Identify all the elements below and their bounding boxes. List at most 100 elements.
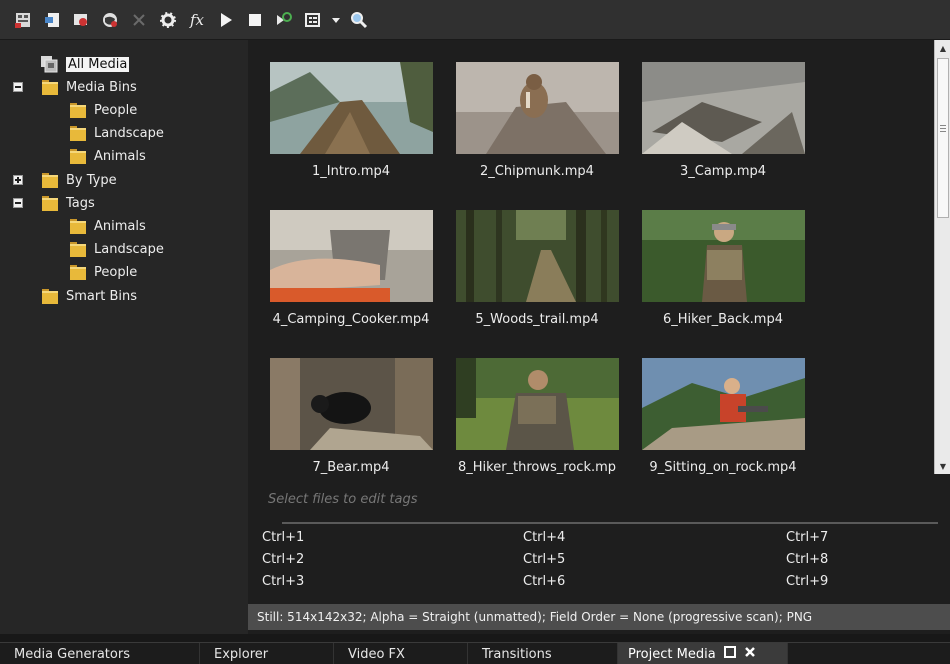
tag-shortcut: Ctrl+5 xyxy=(523,552,566,567)
get-media-from-web-icon[interactable] xyxy=(97,7,123,33)
tree-label: People xyxy=(94,264,138,280)
tag-shortcut: Ctrl+9 xyxy=(786,574,829,589)
tag-divider xyxy=(282,522,938,524)
tag-shortcut: Ctrl+7 xyxy=(786,530,829,545)
tree-label: Animals xyxy=(94,218,146,234)
divider xyxy=(0,634,950,642)
play-icon[interactable] xyxy=(213,7,239,33)
media-properties-icon[interactable] xyxy=(155,7,181,33)
tree-item-smart-bins[interactable]: Smart Bins xyxy=(40,285,137,307)
tree-item-bin-people[interactable]: People xyxy=(68,99,137,121)
maximize-icon[interactable] xyxy=(723,646,736,662)
tag-editor: Select files to edit tags Ctrl+1 Ctrl+2 … xyxy=(248,474,950,604)
media-grid-scrollbar[interactable]: ▲ ▼ xyxy=(934,40,950,474)
tree-item-media-bins[interactable]: Media Bins xyxy=(40,76,137,98)
collapse-toggle-icon[interactable] xyxy=(13,198,23,208)
tag-shortcut: Ctrl+4 xyxy=(523,530,566,545)
tab-label: Media Generators xyxy=(14,646,130,662)
tree-item-tag-animals[interactable]: Animals xyxy=(68,215,146,237)
media-tile[interactable]: 5_Woods_trail.mp4 xyxy=(442,210,632,350)
media-thumbnail xyxy=(456,62,619,154)
tree-item-tag-landscape[interactable]: Landscape xyxy=(68,238,164,260)
tag-shortcut: Ctrl+2 xyxy=(262,552,305,567)
media-thumbnail xyxy=(642,62,805,154)
open-file-icon[interactable] xyxy=(39,7,65,33)
remove-media-icon[interactable] xyxy=(126,7,152,33)
media-tile[interactable]: 9_Sitting_on_rock.mp4 xyxy=(628,358,818,474)
media-grid: 1_Intro.mp4 2_Chipmunk.mp4 3_Camp.mp4 4_… xyxy=(248,40,934,474)
media-filename: 9_Sitting_on_rock.mp4 xyxy=(649,460,797,474)
tree-label: Animals xyxy=(94,148,146,164)
media-filename: 6_Hiker_Back.mp4 xyxy=(663,312,783,327)
expand-toggle-icon[interactable] xyxy=(13,175,23,185)
tree-item-tag-people[interactable]: People xyxy=(68,261,137,283)
import-media-icon[interactable] xyxy=(10,7,36,33)
tree-item-bin-landscape[interactable]: Landscape xyxy=(68,122,164,144)
media-filename: 3_Camp.mp4 xyxy=(679,164,767,179)
tag-input[interactable]: Select files to edit tags xyxy=(268,492,418,507)
tab-project-media[interactable]: Project Media xyxy=(618,643,788,664)
tree-label: All Media xyxy=(66,56,130,72)
media-tile[interactable]: 7_Bear.mp4 xyxy=(256,358,446,474)
collapse-toggle-icon[interactable] xyxy=(13,82,23,92)
folder-icon xyxy=(42,173,58,188)
folder-icon xyxy=(70,219,86,234)
tab-explorer[interactable]: Explorer xyxy=(200,643,334,664)
folder-icon xyxy=(70,265,86,280)
tree-item-by-type[interactable]: By Type xyxy=(40,169,117,191)
folder-icon xyxy=(70,126,86,141)
media-filename: 1_Intro.mp4 xyxy=(311,164,391,179)
media-thumbnail xyxy=(270,358,433,450)
search-icon[interactable] xyxy=(346,7,372,33)
media-filename: 2_Chipmunk.mp4 xyxy=(480,164,594,179)
all-media-icon xyxy=(41,56,58,73)
tab-video-fx[interactable]: Video FX xyxy=(334,643,468,664)
media-filename: 4_Camping_Cooker.mp4 xyxy=(272,312,430,327)
media-thumbnail xyxy=(642,358,805,450)
folder-icon xyxy=(70,242,86,257)
folder-icon xyxy=(42,289,58,304)
media-tile[interactable]: 1_Intro.mp4 xyxy=(256,62,446,202)
toolbar: fx xyxy=(0,0,950,40)
tree-item-all-media[interactable]: All Media xyxy=(40,53,130,75)
tree-label: Smart Bins xyxy=(66,288,137,304)
media-tile[interactable]: 6_Hiker_Back.mp4 xyxy=(628,210,818,350)
media-thumbnail xyxy=(270,210,433,302)
folder-icon xyxy=(42,80,58,95)
media-tile[interactable]: 4_Camping_Cooker.mp4 xyxy=(256,210,446,350)
media-tree: All Media Media Bins People Landscape An… xyxy=(0,40,248,642)
stop-icon[interactable] xyxy=(242,7,268,33)
tree-label: Landscape xyxy=(94,125,164,141)
tree-label: Tags xyxy=(66,195,95,211)
close-icon[interactable] xyxy=(744,646,756,662)
tab-media-generators[interactable]: Media Generators xyxy=(0,643,200,664)
capture-video-icon[interactable] xyxy=(68,7,94,33)
media-filename: 7_Bear.mp4 xyxy=(312,460,390,474)
media-tile[interactable]: 3_Camp.mp4 xyxy=(628,62,818,202)
tree-item-bin-animals[interactable]: Animals xyxy=(68,145,146,167)
tree-label: By Type xyxy=(66,172,117,188)
tree-label: People xyxy=(94,102,138,118)
scroll-down-icon[interactable]: ▼ xyxy=(935,458,950,474)
tree-label: Landscape xyxy=(94,241,164,257)
media-thumbnail xyxy=(270,62,433,154)
tree-item-tags[interactable]: Tags xyxy=(40,192,95,214)
tag-shortcut: Ctrl+1 xyxy=(262,530,305,545)
views-icon[interactable] xyxy=(300,7,326,33)
views-dropdown-icon[interactable] xyxy=(329,7,343,33)
media-fx-icon[interactable]: fx xyxy=(184,7,210,33)
media-tile[interactable]: 2_Chipmunk.mp4 xyxy=(442,62,632,202)
folder-icon xyxy=(70,103,86,118)
tab-label: Project Media xyxy=(628,646,716,662)
tag-shortcut: Ctrl+8 xyxy=(786,552,829,567)
tab-transitions[interactable]: Transitions xyxy=(468,643,618,664)
folder-icon xyxy=(70,149,86,164)
scroll-thumb[interactable] xyxy=(937,58,949,218)
tab-label: Video FX xyxy=(348,646,405,662)
media-filename: 8_Hiker_throws_rock.mp xyxy=(457,460,617,474)
tag-shortcut: Ctrl+3 xyxy=(262,574,305,589)
folder-icon xyxy=(42,196,58,211)
scroll-up-icon[interactable]: ▲ xyxy=(935,40,950,56)
auto-preview-icon[interactable] xyxy=(271,7,297,33)
media-tile[interactable]: 8_Hiker_throws_rock.mp xyxy=(442,358,632,474)
